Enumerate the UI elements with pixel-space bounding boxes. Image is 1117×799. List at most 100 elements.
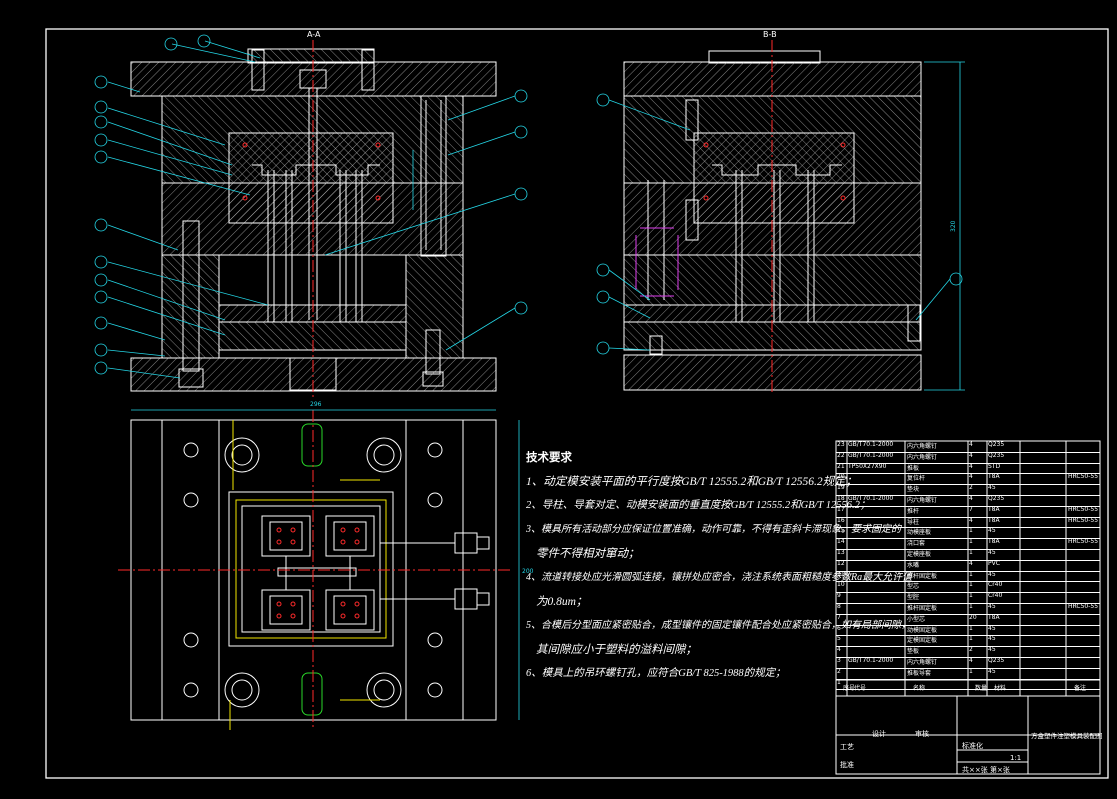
bom-cell-qty: 4 bbox=[969, 473, 973, 481]
bom-cell-qty: 1 bbox=[969, 624, 973, 632]
bom-cell-qty: 1 bbox=[969, 592, 973, 600]
bom-cell-name: 推板 bbox=[907, 464, 920, 472]
requirement-line: 2、导柱、导套对定、动模安装面的垂直度按GB/T 12555.2和GB/T 12… bbox=[526, 500, 871, 511]
requirement-line: 零件不得相对窜动； bbox=[536, 548, 640, 560]
bom-row: 13 定模座板 1 45 bbox=[836, 549, 1100, 558]
bom-cell-mat: 45 bbox=[988, 484, 996, 492]
bom-header-qty: 数量 bbox=[975, 685, 988, 692]
bom-cell-note: HRC50-55 bbox=[1068, 516, 1099, 524]
bom-cell-mat: Cr40 bbox=[988, 592, 1003, 600]
requirement-line: 4、流道转接处应光滑圆弧连接，镶拼处应密合，浇注系统表面粗糙度参数Ra最大允许值 bbox=[526, 572, 913, 583]
bom-cell-no: 18 bbox=[837, 495, 845, 502]
bom-cell-qty: 4 bbox=[969, 451, 973, 459]
plan-view: 296 200 bbox=[118, 401, 534, 730]
bom-cell-no: 21 bbox=[837, 462, 845, 470]
bom-cell-name: 浇口套 bbox=[907, 540, 926, 548]
bom-cell-qty: 4 bbox=[969, 462, 973, 470]
bom-row: 7 小型芯 20 T8A bbox=[836, 614, 1100, 623]
bom-row: 20 复位杆 4 T8A HRC50-55 bbox=[836, 473, 1100, 482]
bom-header-note: 备注 bbox=[1074, 685, 1087, 692]
bom-cell-note: HRC50-55 bbox=[1068, 538, 1099, 546]
bom-header-mat: 材料 bbox=[994, 685, 1007, 692]
bom-row: 8 推杆固定板 1 45 HRC50-55 bbox=[836, 603, 1100, 612]
bom-cell-qty: 1 bbox=[969, 603, 973, 610]
requirement-line: 其间隙应小于塑料的溢料间隙； bbox=[536, 644, 697, 656]
bom-cell-name: 型腔 bbox=[907, 594, 920, 602]
process-label: 工艺 bbox=[840, 743, 854, 751]
bom-cell-code: GB/T70.1-2000 bbox=[848, 451, 894, 459]
bom-cell-no: 23 bbox=[837, 441, 845, 448]
bom-cell-name: 动模固定板 bbox=[907, 626, 938, 634]
bom-cell-name: 推杆固定板 bbox=[907, 605, 938, 612]
bom-cell-note: HRC50-55 bbox=[1068, 603, 1099, 610]
side-view-title: B-B bbox=[763, 30, 777, 39]
bom-cell-name: 内六角螺钉 bbox=[907, 659, 938, 666]
bom-cell-mat: T8A bbox=[988, 613, 1000, 621]
requirement-line: 为0.8um； bbox=[536, 596, 588, 608]
bom-row: 10 型芯 1 Cr40 bbox=[836, 581, 1100, 590]
bom-cell-qty: 7 bbox=[969, 505, 973, 513]
bom-cell-name: 内六角螺钉 bbox=[907, 497, 938, 504]
bom-cell-qty: 1 bbox=[969, 635, 973, 643]
bom-header-name: 名称 bbox=[913, 685, 926, 692]
bom-cell-qty: 4 bbox=[969, 657, 973, 664]
technical-requirements: 技术要求 1、动定模安装平面的平行度按GB/T 12555.2和GB/T 125… bbox=[526, 446, 913, 686]
bom-row: 15 动模座板 1 45 bbox=[836, 527, 1100, 536]
requirement-line: 1、动定模安装平面的平行度按GB/T 12555.2和GB/T 12556.2规… bbox=[526, 476, 858, 488]
bom-cell-qty: 4 bbox=[969, 441, 973, 448]
bom-cell-mat: 45 bbox=[988, 667, 996, 675]
bom-cell-name: 定模座板 bbox=[907, 551, 932, 558]
bom-cell-qty: 1 bbox=[969, 570, 973, 578]
front-view: A-A bbox=[94, 30, 528, 400]
bom-cell-no: 7 bbox=[837, 613, 841, 621]
bom-cell-name: 内六角螺钉 bbox=[907, 443, 938, 450]
bom-cell-no: 17 bbox=[837, 505, 845, 513]
bom-cell-mat: Q235 bbox=[988, 441, 1005, 448]
bom-cell-mat: Q235 bbox=[988, 657, 1005, 664]
bom-cell-no: 16 bbox=[837, 516, 845, 524]
bom-cell-name: 内六角螺钉 bbox=[907, 453, 938, 461]
bom-cell-no: 5 bbox=[837, 635, 841, 643]
bom-cell-mat: T8A bbox=[988, 538, 1000, 546]
bom-row: 6 动模固定板 1 45 bbox=[836, 625, 1100, 634]
approve-label: 批准 bbox=[840, 761, 854, 769]
bom-cell-mat: 45 bbox=[988, 603, 996, 610]
bom-cell-mat: 45 bbox=[988, 570, 996, 578]
bom-cell-mat: 45 bbox=[988, 549, 996, 556]
bom-cell-name: 推板导套 bbox=[907, 669, 932, 677]
bom-cell-no: 3 bbox=[837, 657, 841, 664]
bom-cell-qty: 4 bbox=[969, 495, 973, 502]
bom-cell-no: 10 bbox=[837, 581, 845, 589]
bom-cell-code: GB/T70.1-2000 bbox=[848, 657, 894, 664]
bom-cell-qty: 4 bbox=[969, 516, 973, 524]
design-label: 设计 bbox=[872, 730, 886, 738]
bom-row: 17 推杆 7 T8A HRC50-55 bbox=[836, 506, 1100, 515]
requirement-line: 3、模具所有活动部分应保证位置准确，动作可靠，不得有歪斜卡滞现象。要求固定的 bbox=[526, 524, 901, 535]
bom-cell-mat: Q235 bbox=[988, 495, 1005, 502]
bom-table: 23 GB/T70.1-2000 内六角螺钉 4 Q235 22 GB/T70.1-2000… bbox=[836, 441, 1100, 696]
bom-cell-no: 14 bbox=[837, 538, 845, 546]
bom-cell-qty: 2 bbox=[969, 484, 973, 492]
check-label: 审核 bbox=[915, 730, 929, 738]
bom-cell-mat: 45 bbox=[988, 624, 996, 632]
bom-cell-no: 2 bbox=[837, 667, 841, 675]
bom-cell-name: 定模固定板 bbox=[907, 637, 938, 645]
bom-cell-no: 6 bbox=[837, 624, 841, 632]
side-view: B-B 320 bbox=[596, 30, 965, 395]
bom-row: 3 GB/T70.1-2000 内六角螺钉 4 Q235 bbox=[836, 657, 1100, 666]
bom-header-code: 代号 bbox=[854, 685, 867, 692]
bom-row: 2 推板导套 1 45 bbox=[836, 668, 1100, 677]
bom-cell-qty: 1 bbox=[969, 667, 973, 675]
bom-cell-no: 20 bbox=[837, 473, 845, 481]
bom-cell-qty: 20 bbox=[969, 613, 977, 621]
bom-cell-name: 水嘴 bbox=[907, 561, 920, 569]
bom-cell-name: 动模座板 bbox=[907, 529, 932, 537]
bom-cell-mat: PVC bbox=[988, 559, 1000, 567]
bom-cell-name: 推杆固定板 bbox=[907, 572, 938, 580]
bom-cell-qty: 1 bbox=[969, 538, 973, 546]
bom-cell-name: 导柱 bbox=[907, 518, 920, 526]
bom-cell-mat: STD bbox=[988, 462, 1001, 470]
bom-row: 19 垫块 2 45 bbox=[836, 484, 1100, 493]
bom-cell-no: 15 bbox=[837, 527, 845, 535]
side-height-dim: 320 bbox=[950, 220, 957, 232]
